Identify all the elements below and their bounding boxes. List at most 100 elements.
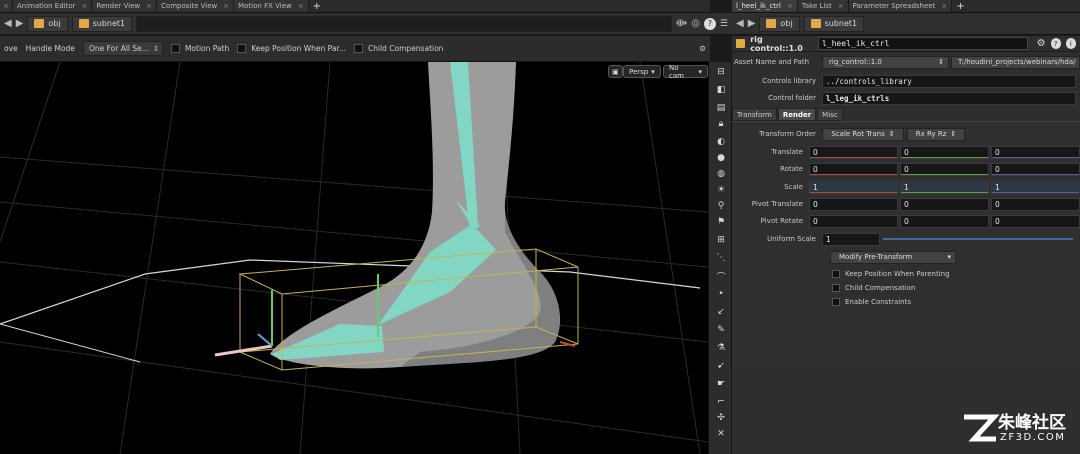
close-icon[interactable]: × bbox=[146, 2, 152, 10]
rotate-z-field[interactable]: 0 bbox=[991, 162, 1080, 176]
node-name-field[interactable]: l_heel_ik_ctrl bbox=[817, 37, 1028, 50]
enable-constraints-toggle[interactable]: Enable Constraints bbox=[832, 298, 911, 306]
checkbox[interactable] bbox=[237, 44, 247, 53]
snap-grid-icon[interactable]: ⊞ bbox=[714, 234, 728, 246]
tab-parameter-spreadsheet[interactable]: Parameter Spreadsheet × bbox=[848, 0, 953, 12]
tab-render[interactable]: Render bbox=[777, 108, 817, 121]
persp-dropdown[interactable]: Persp ▾ bbox=[623, 65, 661, 78]
rotate-y-field[interactable]: 0 bbox=[900, 162, 989, 176]
translate-z-field[interactable]: 0 bbox=[991, 145, 1080, 159]
toolbar-menu-icon[interactable]: ⚙ bbox=[699, 44, 706, 53]
path-crumb-obj[interactable]: obj bbox=[27, 15, 68, 32]
translate-x-field[interactable]: 0 bbox=[809, 145, 898, 159]
wire-icon[interactable]: ◍ bbox=[714, 168, 728, 180]
tab-animation-editor[interactable]: Animation Editor × bbox=[12, 0, 93, 12]
path-crumb-obj[interactable]: obj bbox=[759, 15, 800, 32]
modify-pre-transform-button[interactable]: Modify Pre-Transform ▾ bbox=[830, 250, 956, 264]
tab-motion-fx-view[interactable]: Motion FX View × bbox=[234, 0, 309, 12]
dot-icon[interactable]: • bbox=[714, 288, 728, 300]
padlock-icon[interactable]: 🔒︎ bbox=[714, 118, 728, 130]
motion-path-toggle[interactable]: Motion Path bbox=[170, 44, 229, 53]
checkbox[interactable] bbox=[354, 44, 363, 53]
back-arrow-icon[interactable]: ◀ bbox=[736, 18, 744, 29]
checkbox[interactable] bbox=[832, 284, 840, 292]
cross-icon[interactable]: ✕ bbox=[714, 428, 728, 440]
child-compensation-toggle[interactable]: Child Compensation bbox=[832, 284, 915, 292]
measure-icon[interactable]: ⌐ bbox=[714, 396, 728, 408]
checkbox[interactable] bbox=[832, 298, 840, 306]
keep-position-toggle[interactable]: Keep Position When Parenting bbox=[832, 270, 950, 278]
pivot-rotate-x-field[interactable]: 0 bbox=[809, 214, 898, 228]
info-icon[interactable]: i bbox=[1065, 38, 1076, 49]
tab-take-list[interactable]: Take List × bbox=[797, 0, 849, 12]
shading-icon[interactable]: ▤ bbox=[714, 102, 728, 114]
control-folder-field[interactable]: l_leg_ik_ctrls bbox=[822, 91, 1076, 105]
close-icon[interactable]: × bbox=[838, 2, 844, 10]
add-tab-button[interactable]: + bbox=[952, 0, 968, 12]
path-crumb-subnet[interactable]: subnet1 bbox=[71, 15, 133, 32]
tab-node-params[interactable]: l_heel_ik_ctrl × bbox=[732, 0, 798, 12]
tab-misc[interactable]: Misc bbox=[817, 108, 843, 121]
transform-icon[interactable]: ✣ bbox=[714, 412, 728, 424]
brush-icon[interactable]: ✎ bbox=[714, 324, 728, 336]
pin-icon[interactable]: ⟴ bbox=[676, 18, 688, 29]
scene-viewport[interactable]: ▣ Persp ▾ No cam ▾ bbox=[0, 62, 708, 454]
forward-arrow-icon[interactable]: ▶ bbox=[16, 18, 24, 29]
asset-path-button[interactable]: T:/houdini_projects/webinars/hda/ bbox=[951, 55, 1080, 69]
hand-icon[interactable]: ☛ bbox=[714, 378, 728, 390]
tab-close-stub[interactable]: × bbox=[0, 0, 13, 12]
add-tab-button[interactable]: + bbox=[309, 0, 325, 12]
controls-library-field[interactable]: ../controls_library bbox=[822, 74, 1076, 88]
sphere-icon[interactable]: ● bbox=[714, 152, 728, 164]
lock-camera-icon[interactable]: ▣ bbox=[608, 65, 623, 78]
tab-transform[interactable]: Transform bbox=[732, 108, 777, 121]
scale-z-field[interactable]: 1 bbox=[991, 180, 1080, 194]
checkbox[interactable] bbox=[832, 270, 840, 278]
checkbox[interactable] bbox=[170, 44, 180, 53]
uniform-scale-slider[interactable] bbox=[883, 238, 1073, 240]
path-crumb-subnet[interactable]: subnet1 bbox=[803, 15, 865, 32]
panel-menu-icon[interactable]: ☰ bbox=[720, 19, 728, 29]
tab-composite-view[interactable]: Composite View × bbox=[157, 0, 235, 12]
close-icon[interactable]: × bbox=[787, 2, 793, 10]
asset-name-dropdown[interactable]: rig_control::1.0 ⇕ bbox=[822, 55, 950, 69]
snap-curve-icon[interactable]: ⌒ bbox=[714, 270, 728, 283]
pivot-translate-y-field[interactable]: 0 bbox=[900, 197, 989, 211]
gear-icon[interactable]: ⚙ bbox=[1037, 38, 1046, 49]
tab-render-view[interactable]: Render View × bbox=[92, 0, 158, 12]
transform-order-dropdown[interactable]: Scale Rot Trans ⇕ bbox=[822, 127, 904, 141]
link-icon[interactable]: ◎ bbox=[691, 18, 700, 29]
uniform-scale-field[interactable]: 1 bbox=[822, 232, 880, 246]
forward-arrow-icon[interactable]: ▶ bbox=[748, 18, 756, 29]
rotate-order-dropdown[interactable]: Rx Ry Rz ⇕ bbox=[907, 127, 965, 141]
pivot-rotate-z-field[interactable]: 0 bbox=[991, 214, 1080, 228]
help-icon[interactable]: ? bbox=[703, 17, 716, 30]
close-icon[interactable]: × bbox=[941, 2, 947, 10]
pivot-translate-x-field[interactable]: 0 bbox=[809, 197, 898, 211]
cursor-icon[interactable]: ➹ bbox=[714, 360, 728, 372]
light-icon[interactable]: ☀ bbox=[714, 184, 728, 196]
template-icon[interactable]: ◐ bbox=[714, 136, 728, 148]
scale-x-field[interactable]: 1 bbox=[809, 180, 898, 194]
snap-point-icon[interactable]: ⋱ bbox=[714, 252, 728, 264]
z-axis-handle[interactable] bbox=[257, 333, 273, 347]
help-icon[interactable]: ? bbox=[1050, 38, 1061, 49]
close-icon[interactable]: × bbox=[223, 2, 229, 10]
lock-icon[interactable]: ⊟ bbox=[714, 66, 728, 78]
close-icon[interactable]: × bbox=[82, 2, 88, 10]
translate-y-field[interactable]: 0 bbox=[900, 145, 989, 159]
ghost-icon[interactable]: ◧ bbox=[714, 84, 728, 96]
camera-dropdown[interactable]: No cam ▾ bbox=[663, 64, 708, 80]
pivot-rotate-y-field[interactable]: 0 bbox=[900, 214, 989, 228]
child-compensation-toggle[interactable]: Child Compensation bbox=[354, 44, 443, 53]
pin-tool-icon[interactable]: ⚑ bbox=[714, 216, 728, 228]
eyedrop-icon[interactable]: ⚗ bbox=[714, 342, 728, 354]
rotate-x-field[interactable]: 0 bbox=[809, 162, 898, 176]
handle-mode-dropdown[interactable]: One For All Se... ⇕ bbox=[82, 41, 163, 56]
close-icon[interactable]: × bbox=[298, 2, 304, 10]
select-icon[interactable]: ↙ bbox=[714, 306, 728, 318]
keep-position-toggle[interactable]: Keep Position When Par... bbox=[237, 44, 346, 53]
scale-y-field[interactable]: 1 bbox=[900, 180, 989, 194]
pivot-translate-z-field[interactable]: 0 bbox=[991, 197, 1080, 211]
bulb-icon[interactable]: ⚲ bbox=[714, 200, 728, 212]
